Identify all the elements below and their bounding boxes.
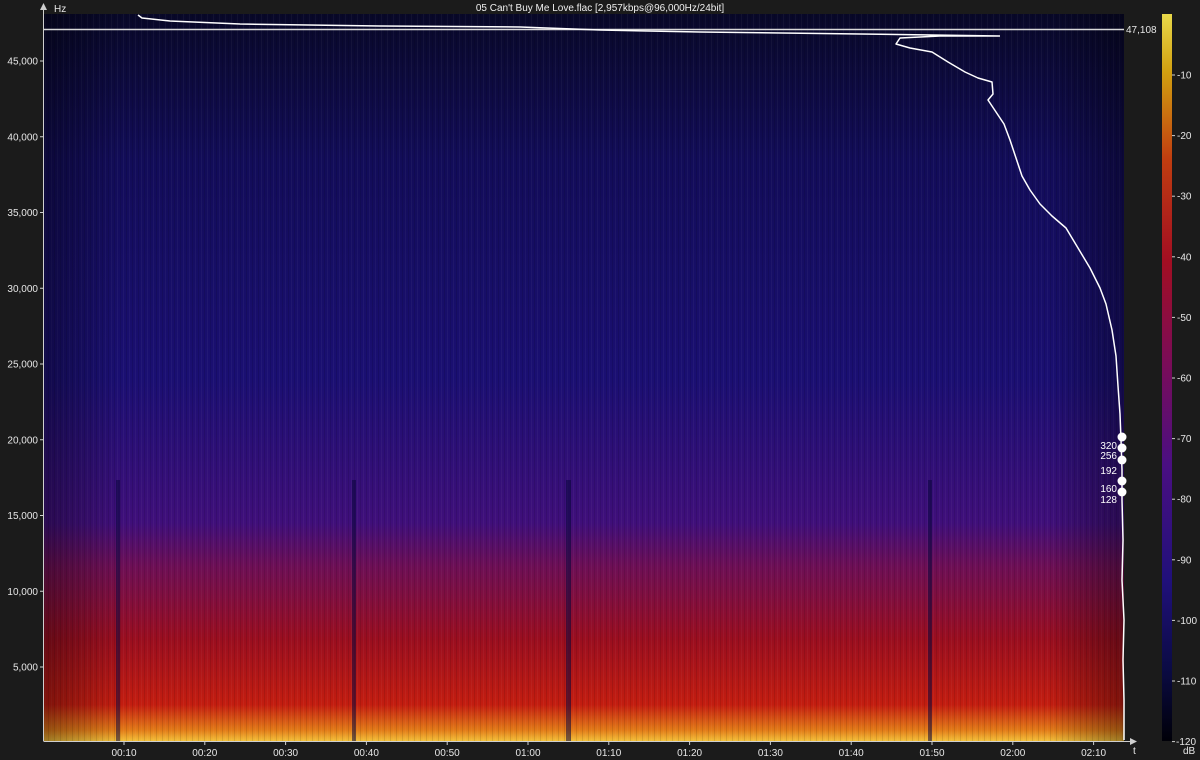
spectrogram-edge-fade — [44, 14, 1124, 741]
colorbar-tick-label: -80 — [1177, 495, 1192, 506]
x-tick-label: 00:10 — [111, 748, 136, 759]
bitrate-marker-dot — [1117, 487, 1127, 497]
x-tick-label: 00:40 — [354, 748, 379, 759]
x-tick-label: 01:00 — [515, 748, 540, 759]
y-tick-label: 35,000 — [7, 208, 38, 219]
colorbar-tick-label: -100 — [1177, 616, 1197, 627]
x-tick-label: 01:30 — [758, 748, 783, 759]
x-tick-label: 01:50 — [919, 748, 944, 759]
x-tick-label: 01:10 — [596, 748, 621, 759]
y-axis-unit: Hz — [54, 4, 67, 15]
bitrate-marker-label: 192 — [1100, 466, 1117, 477]
y-tick-label: 30,000 — [7, 284, 38, 295]
colorbar-tick-label: -60 — [1177, 374, 1192, 385]
colorbar-tick-label: -20 — [1177, 131, 1192, 142]
x-tick-label: 00:50 — [435, 748, 460, 759]
colorbar — [1162, 14, 1172, 741]
spectrogram-window: 05 Can't Buy Me Love.flac [2,957kbps@96,… — [0, 0, 1200, 760]
bitrate-marker-dot — [1117, 432, 1127, 442]
colorbar-tick-label: -70 — [1177, 434, 1192, 445]
bitrate-marker-dot — [1117, 455, 1127, 465]
bitrate-marker-label: 160 — [1100, 484, 1117, 495]
y-tick-label: 5,000 — [13, 663, 38, 674]
colorbar-tick-label: -40 — [1177, 252, 1192, 263]
bitrate-marker-dot — [1117, 476, 1127, 486]
x-tick-label: 00:20 — [192, 748, 217, 759]
y-tick-label: 45,000 — [7, 57, 38, 68]
y-tick-label: 20,000 — [7, 435, 38, 446]
bitrate-marker-label: 256 — [1100, 451, 1117, 462]
x-tick-label: 01:20 — [677, 748, 702, 759]
y-tick-label: 15,000 — [7, 511, 38, 522]
bitrate-marker-dot — [1117, 443, 1127, 453]
nyquist-label: 47,108 — [1126, 25, 1157, 36]
x-axis-unit: t — [1133, 746, 1136, 757]
colorbar-tick-label: -50 — [1177, 313, 1192, 324]
bitrate-marker-label: 128 — [1100, 495, 1117, 506]
x-tick-label: 02:10 — [1081, 748, 1106, 759]
y-tick-label: 25,000 — [7, 360, 38, 371]
x-tick-label: 00:30 — [273, 748, 298, 759]
colorbar-unit: dB — [1183, 746, 1196, 757]
spectrogram-plot[interactable]: 45,000 40,000 35,000 30,000 25,000 20,000 15,0… — [0, 0, 1200, 760]
y-tick-label: 40,000 — [7, 132, 38, 143]
colorbar-tick-label: -90 — [1177, 555, 1192, 566]
colorbar-tick-label: -110 — [1177, 677, 1197, 688]
x-tick-group: 00:10 00:20 00:30 00:40 00:50 01:00 01:10 01:20… — [111, 741, 1107, 759]
colorbar-tick-group: -10-20-30-40-50-60-70-80-90-100-110-120 — [1172, 71, 1197, 748]
y-tick-label: 10,000 — [7, 587, 38, 598]
x-tick-label: 02:00 — [1000, 748, 1025, 759]
colorbar-tick-label: -30 — [1177, 192, 1192, 203]
x-tick-label: 01:40 — [839, 748, 864, 759]
colorbar-tick-label: -10 — [1177, 71, 1192, 82]
y-tick-group: 45,000 40,000 35,000 30,000 25,000 20,000 15,0… — [7, 57, 44, 674]
